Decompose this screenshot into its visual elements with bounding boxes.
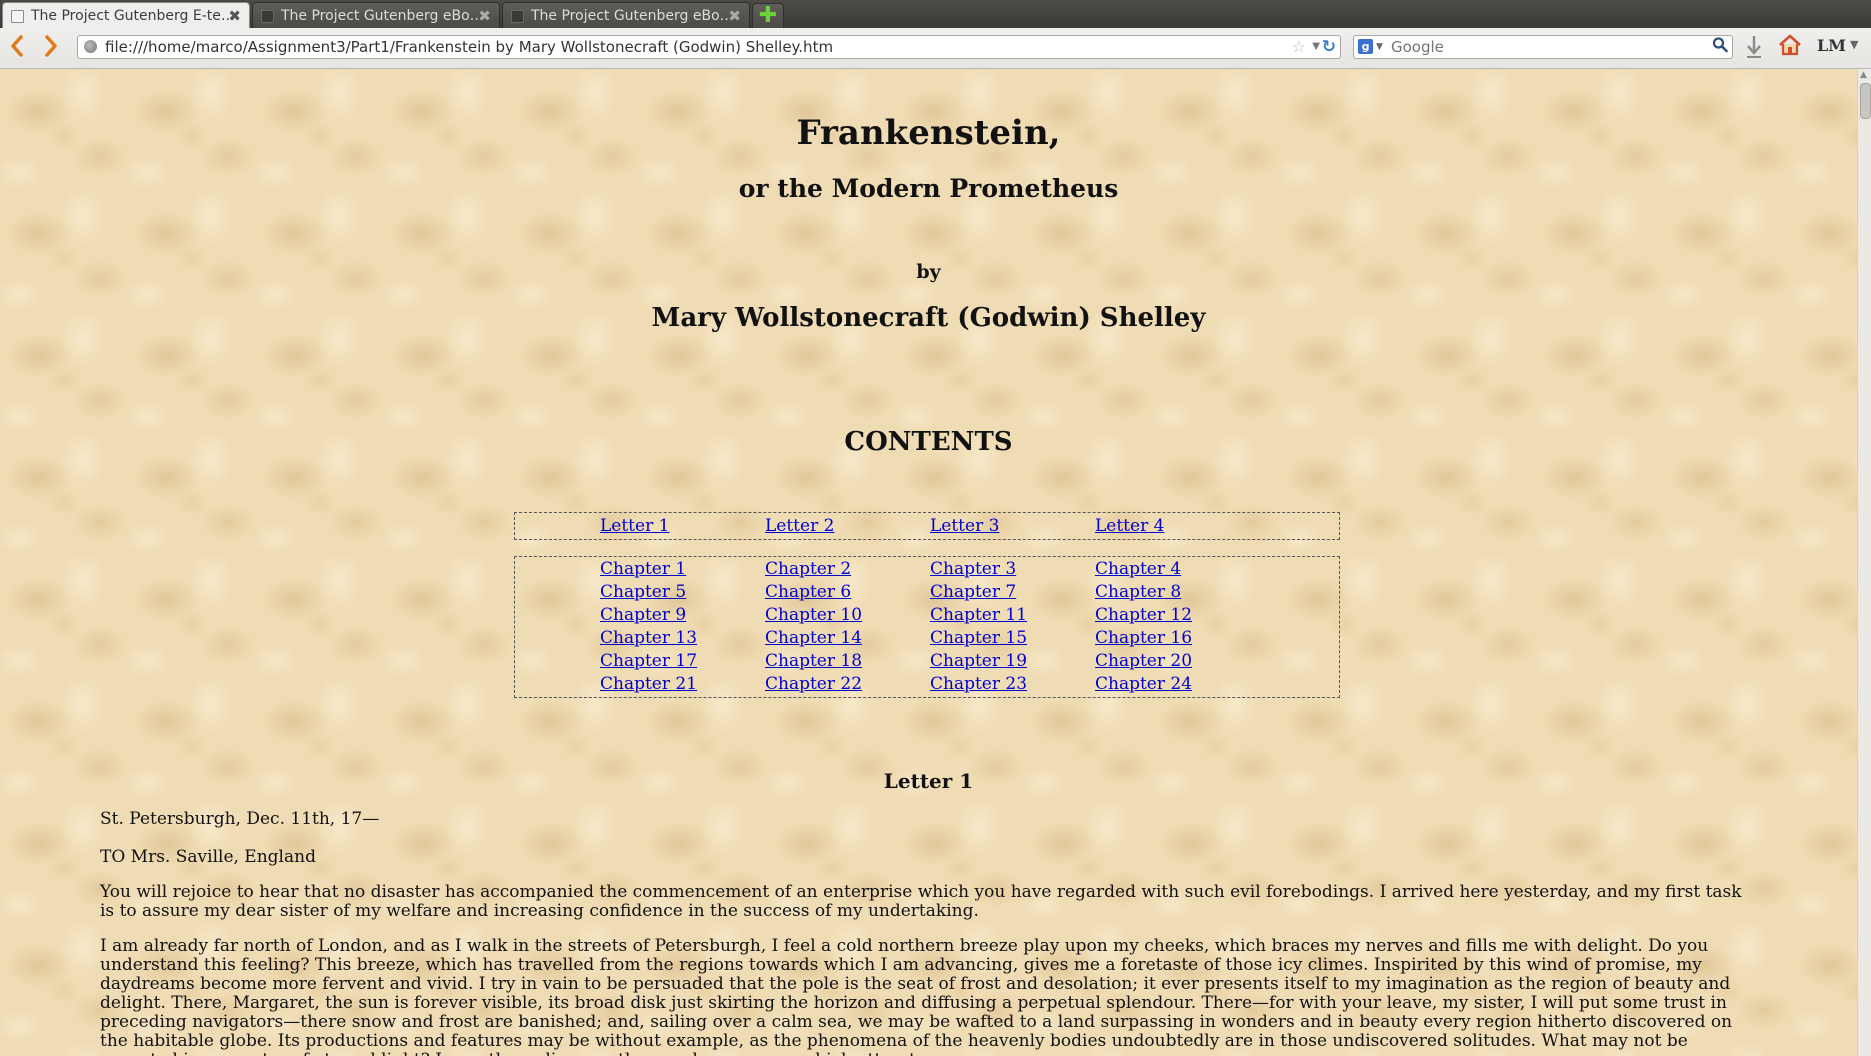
tab-gutenberg-2[interactable]: The Project Gutenberg eBo… ✖: [252, 2, 500, 28]
back-arrow-icon[interactable]: [8, 34, 26, 63]
toc-link-chapter-7[interactable]: Chapter 7: [930, 582, 1016, 602]
toc-link-chapter-1[interactable]: Chapter 1: [600, 559, 686, 579]
toc-link-chapter-23[interactable]: Chapter 23: [930, 674, 1027, 694]
reload-icon[interactable]: ↻: [1322, 36, 1336, 58]
letter-paragraph: I am already far north of London, and as…: [100, 936, 1733, 1056]
navigation-toolbar: file:///home/marco/Assignment3/Part1/Fra…: [0, 28, 1871, 69]
home-icon[interactable]: [1777, 33, 1803, 63]
scroll-up-arrow-icon[interactable]: ▲: [1860, 70, 1867, 80]
search-engine-icon[interactable]: g: [1358, 39, 1373, 54]
author-name: Mary Wollstonecraft (Godwin) Shelley: [651, 303, 1206, 333]
toc-link-chapter-3[interactable]: Chapter 3: [930, 559, 1016, 579]
letters-table: Letter 1 Letter 2 Letter 3 Letter 4: [514, 512, 1340, 540]
download-icon[interactable]: [1745, 34, 1763, 66]
close-tab-icon[interactable]: ✖: [728, 3, 741, 28]
letter-1-heading: Letter 1: [883, 769, 974, 793]
toc-link-letter-2[interactable]: Letter 2: [765, 516, 834, 536]
tab-gutenberg-3[interactable]: The Project Gutenberg eBo… ✖: [502, 2, 750, 28]
tab-title: The Project Gutenberg eBo…: [531, 8, 734, 24]
page-viewport: Frankenstein, or the Modern Prometheus b…: [0, 69, 1857, 1056]
toc-link-chapter-5[interactable]: Chapter 5: [600, 582, 686, 602]
toc-link-chapter-19[interactable]: Chapter 19: [930, 651, 1027, 671]
toc-link-chapter-18[interactable]: Chapter 18: [765, 651, 862, 671]
book-title: Frankenstein,: [796, 113, 1061, 153]
toc-link-chapter-21[interactable]: Chapter 21: [600, 674, 697, 694]
search-bar[interactable]: g ▼: [1353, 35, 1733, 59]
page-icon: [261, 10, 274, 23]
toc-link-chapter-8[interactable]: Chapter 8: [1095, 582, 1181, 602]
toc-link-letter-3[interactable]: Letter 3: [930, 516, 999, 536]
toc-link-chapter-16[interactable]: Chapter 16: [1095, 628, 1192, 648]
chevron-down-icon[interactable]: ▼: [1850, 38, 1858, 51]
contents-heading: CONTENTS: [844, 427, 1013, 457]
toc-link-chapter-11[interactable]: Chapter 11: [930, 605, 1027, 625]
site-identity-icon[interactable]: [84, 40, 97, 53]
toc-link-chapter-22[interactable]: Chapter 22: [765, 674, 862, 694]
toc-link-letter-1[interactable]: Letter 1: [600, 516, 669, 536]
chevron-down-icon[interactable]: ▼: [1312, 36, 1320, 58]
magnifier-icon[interactable]: [1712, 36, 1728, 60]
toc-link-chapter-15[interactable]: Chapter 15: [930, 628, 1027, 648]
url-text: file:///home/marco/Assignment3/Part1/Fra…: [105, 38, 834, 56]
letter-paragraph: You will rejoice to hear that no disaste…: [100, 882, 1742, 921]
toc-link-chapter-12[interactable]: Chapter 12: [1095, 605, 1192, 625]
tab-frankenstein[interactable]: The Project Gutenberg E-te… ✖: [2, 2, 250, 28]
page-scrollbar[interactable]: ▲: [1857, 69, 1871, 1056]
lm-toolbar-button[interactable]: LM: [1817, 36, 1846, 55]
chevron-down-icon[interactable]: ▼: [1376, 36, 1383, 58]
tab-bar: The Project Gutenberg E-te… ✖ The Projec…: [0, 0, 1871, 28]
toc-link-chapter-17[interactable]: Chapter 17: [600, 651, 697, 671]
tab-title: The Project Gutenberg eBo…: [281, 8, 484, 24]
address-bar[interactable]: file:///home/marco/Assignment3/Part1/Fra…: [77, 35, 1341, 59]
forward-arrow-icon[interactable]: [42, 34, 60, 63]
toc-link-chapter-6[interactable]: Chapter 6: [765, 582, 851, 602]
toc-link-chapter-2[interactable]: Chapter 2: [765, 559, 851, 579]
close-tab-icon[interactable]: ✖: [228, 3, 241, 28]
by-line: by: [916, 261, 941, 283]
book-subtitle: or the Modern Prometheus: [738, 174, 1119, 203]
close-tab-icon[interactable]: ✖: [478, 3, 491, 28]
toc-link-chapter-9[interactable]: Chapter 9: [600, 605, 686, 625]
chapters-table: Chapter 1 Chapter 2 Chapter 3 Chapter 4 Chap…: [514, 556, 1340, 698]
scrollbar-thumb[interactable]: [1860, 83, 1871, 119]
toc-link-chapter-14[interactable]: Chapter 14: [765, 628, 862, 648]
toc-link-chapter-10[interactable]: Chapter 10: [765, 605, 862, 625]
page-icon: [11, 10, 24, 23]
toc-link-chapter-4[interactable]: Chapter 4: [1095, 559, 1181, 579]
toc-link-chapter-13[interactable]: Chapter 13: [600, 628, 697, 648]
search-input[interactable]: [1391, 37, 1711, 57]
tab-title: The Project Gutenberg E-te…: [31, 8, 235, 24]
new-tab-button[interactable]: ✚: [752, 3, 784, 28]
page-icon: [511, 10, 524, 23]
toc-link-chapter-20[interactable]: Chapter 20: [1095, 651, 1192, 671]
letter-place-date: St. Petersburgh, Dec. 11th, 17—: [100, 809, 380, 829]
toc-link-letter-4[interactable]: Letter 4: [1095, 516, 1164, 536]
toc-link-chapter-24[interactable]: Chapter 24: [1095, 674, 1192, 694]
star-icon[interactable]: ☆: [1292, 36, 1306, 58]
letter-addressee: TO Mrs. Saville, England: [100, 847, 316, 867]
